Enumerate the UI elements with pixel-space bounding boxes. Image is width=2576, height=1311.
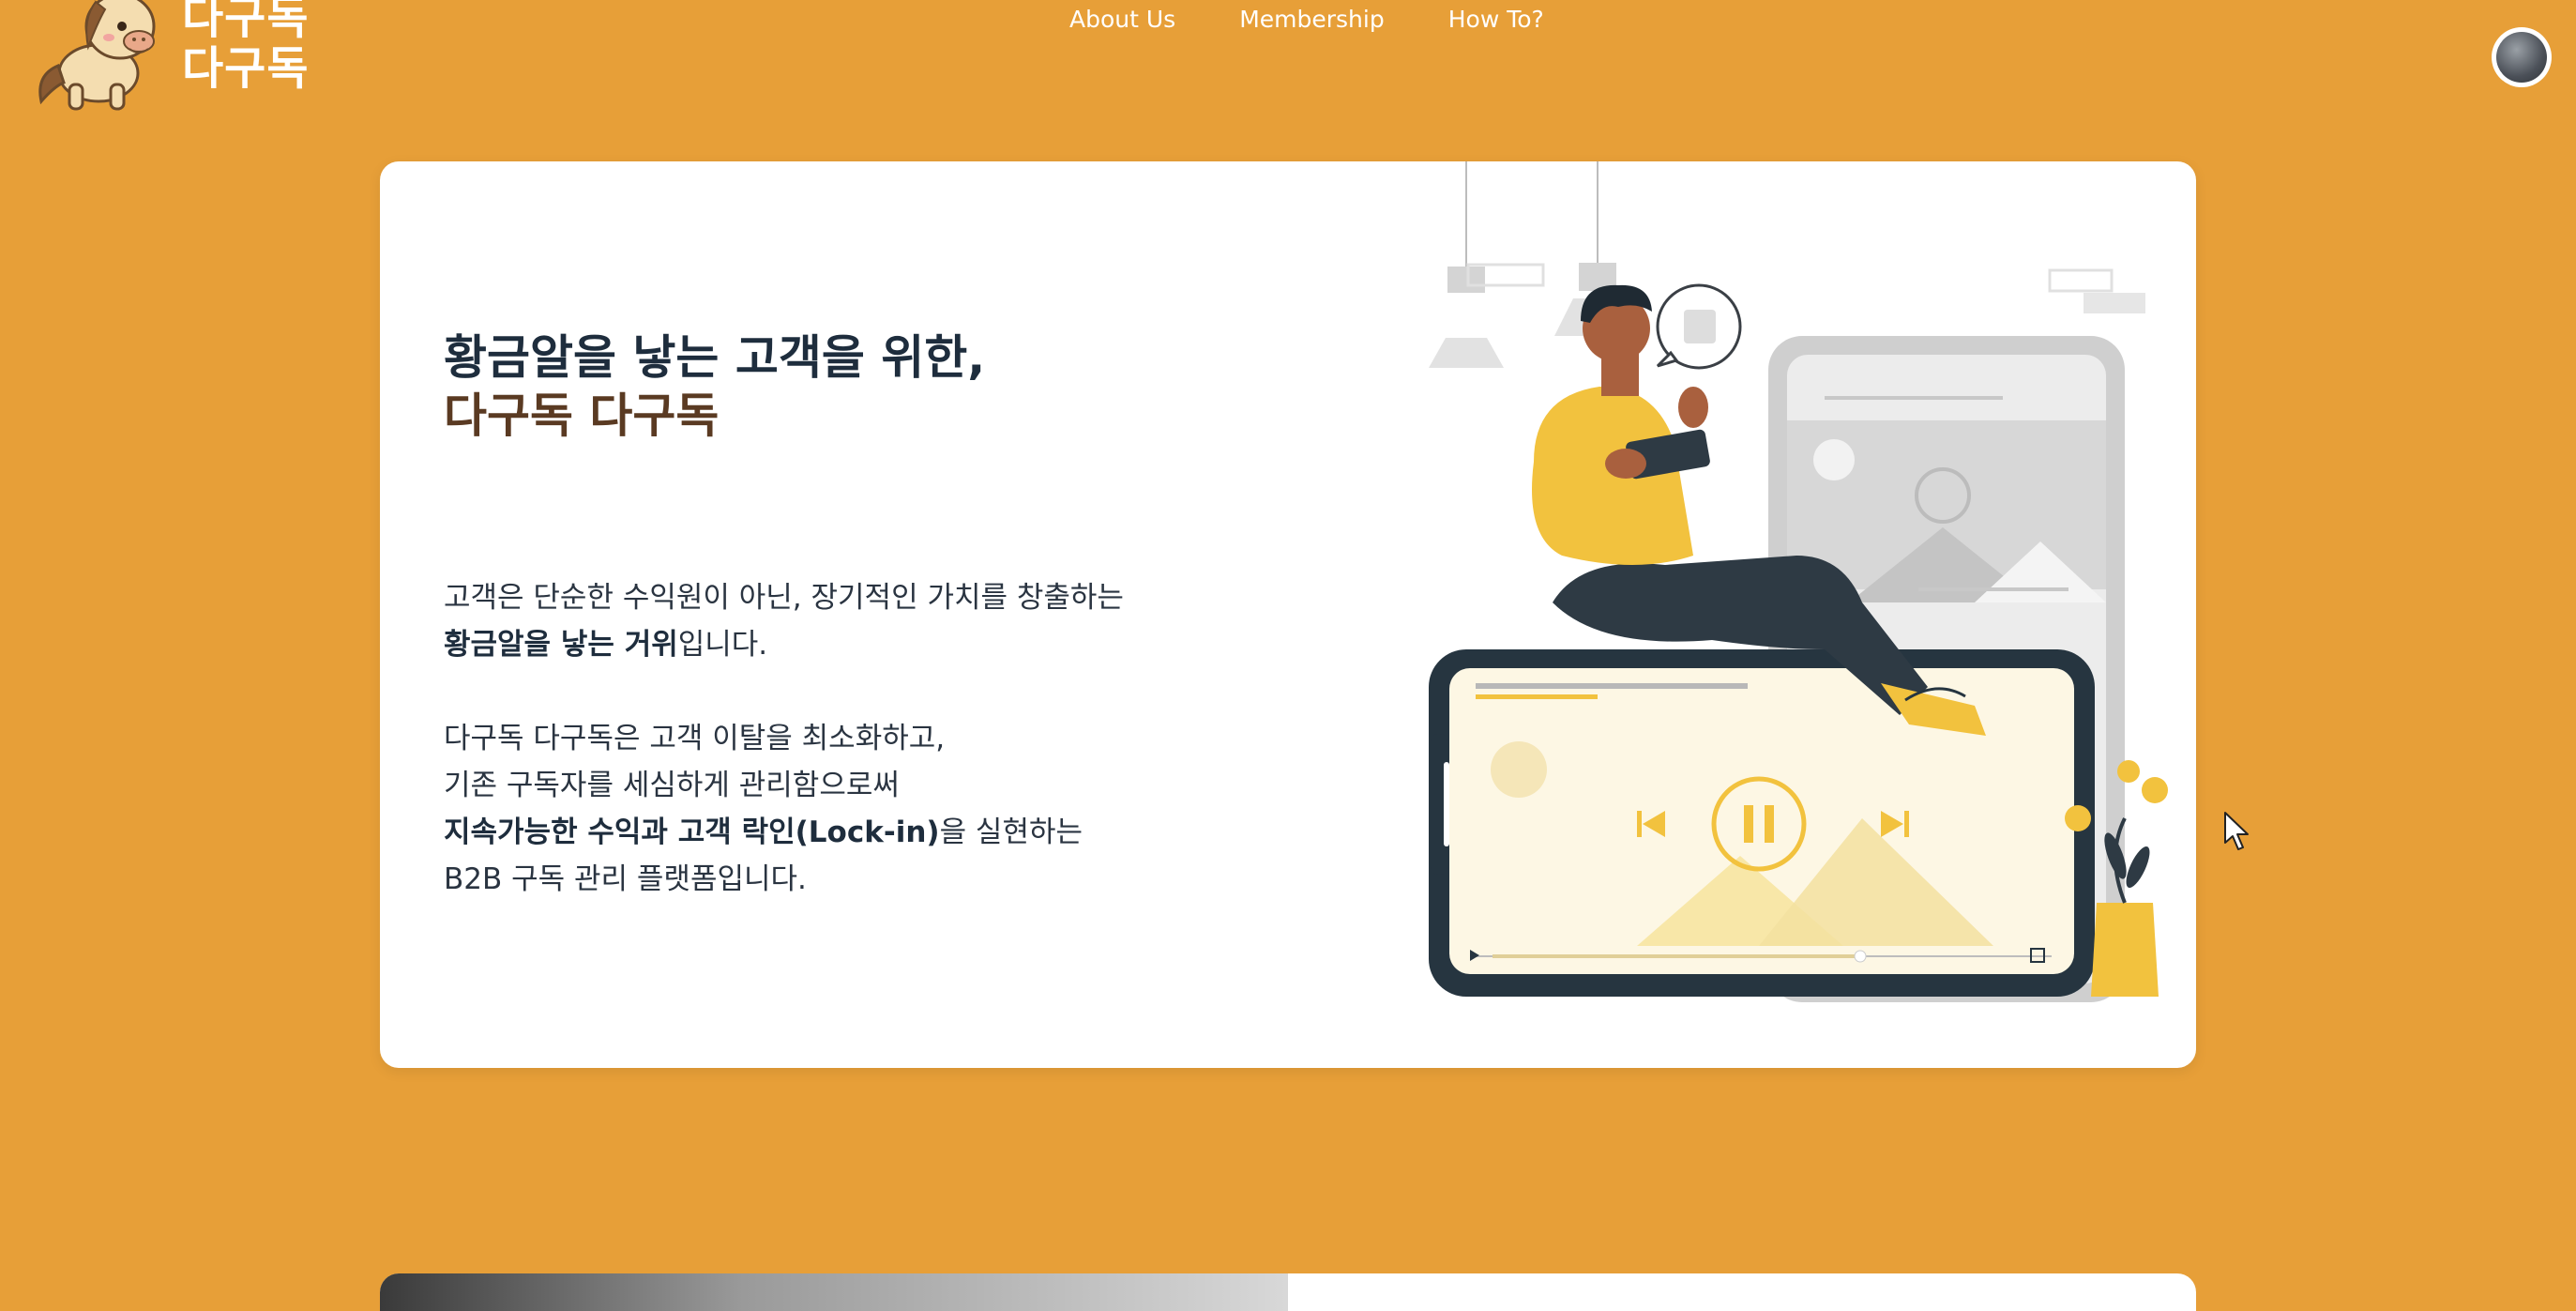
avatar-image: [2496, 32, 2547, 83]
next-section-card: [380, 1273, 2196, 1311]
para1-bold: 황금알을 낳는 거위: [444, 628, 678, 662]
hero-card: 황금알을 낳는 고객을 위한, 다구독 다구독 고객은 단순한 수익원이 아닌,…: [380, 161, 2196, 1068]
user-avatar-icon[interactable]: [2492, 27, 2552, 87]
nav-membership[interactable]: Membership: [1239, 0, 1385, 39]
para1-tail: 입니다.: [677, 628, 768, 662]
main-nav: About Us Membership How To?: [1069, 0, 1544, 39]
hero-title-line2: 다구독 다구독: [444, 389, 720, 443]
next-section-image: [380, 1273, 1288, 1311]
brand-name-line2: 다구독: [182, 42, 310, 95]
para2-line1: 다구독 다구독은 고객 이탈을 최소화하고,: [444, 722, 946, 755]
mouse-cursor-icon: [2224, 812, 2249, 850]
horse-mascot-icon: [38, 0, 156, 111]
para2-line3: 지속가능한 수익과 고객 락인(Lock-in)을 실현하는: [444, 809, 1124, 856]
para2-line2: 기존 구독자를 세심하게 관리함으로써: [444, 769, 900, 802]
nav-how-to[interactable]: How To?: [1448, 0, 1544, 39]
brand-logo[interactable]: 다구독 다구독: [28, 0, 309, 113]
hero-illustration: [1429, 161, 2168, 1002]
brand-name: 다구독 다구독: [182, 0, 309, 94]
para2-line4: B2B 구독 관리 플랫폼입니다.: [444, 862, 807, 896]
para2-bold: 지속가능한 수익과 고객 락인(Lock-in): [444, 816, 940, 849]
para1-line2: 황금알을 낳는 거위입니다.: [444, 621, 1124, 668]
hero-title: 황금알을 낳는 고객을 위한, 다구독 다구독: [444, 328, 985, 445]
nav-about-us[interactable]: About Us: [1069, 0, 1175, 39]
top-navigation-bar: 다구독 다구독 About Us Membership How To?: [0, 0, 2576, 141]
hero-title-line1: 황금알을 낳는 고객을 위한,: [444, 330, 986, 385]
para2-tail: 을 실현하는: [939, 816, 1083, 849]
para1-line1: 고객은 단순한 수익원이 아닌, 장기적인 가치를 창출하는: [444, 581, 1124, 615]
hero-description: 고객은 단순한 수익원이 아닌, 장기적인 가치를 창출하는 황금알을 낳는 거…: [444, 574, 1124, 903]
brand-name-line1: 다구독: [182, 0, 310, 44]
